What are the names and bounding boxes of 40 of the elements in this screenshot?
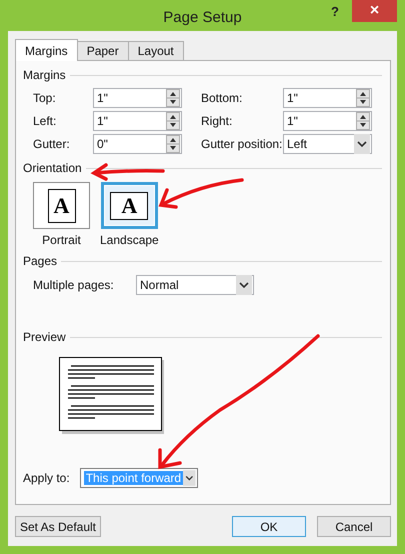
section-heading: Pages	[23, 254, 58, 268]
help-button[interactable]: ?	[327, 4, 343, 19]
section-heading: Margins	[23, 68, 66, 82]
spin-field[interactable]: 1"	[93, 88, 182, 108]
tab[interactable]: Layout	[128, 41, 184, 60]
spinner-icon[interactable]	[166, 89, 180, 107]
spin-field[interactable]: 1"	[283, 88, 372, 108]
field-label: Right:	[200, 114, 234, 128]
spinner-icon[interactable]	[356, 89, 370, 107]
field-label: Gutter position:	[200, 137, 283, 151]
field-label: Gutter:	[33, 137, 71, 151]
field-label: Bottom:	[200, 91, 244, 105]
tab[interactable]: Paper	[76, 41, 129, 60]
spinner-icon[interactable]	[166, 112, 180, 130]
section-heading: Preview	[23, 330, 66, 344]
dropdown[interactable]: Normal	[136, 275, 254, 295]
chevron-down-icon	[236, 275, 252, 295]
field-label: Left:	[33, 114, 58, 128]
spin-field[interactable]: 1"	[283, 111, 372, 131]
dropdown[interactable]: Left	[283, 134, 372, 154]
cancel-button[interactable]: Cancel	[317, 516, 391, 537]
chevron-down-icon	[183, 468, 196, 488]
option-label: Portrait	[42, 233, 81, 247]
set-default-button[interactable]: Set As Default	[15, 516, 101, 537]
field-label: Multiple pages:	[33, 278, 115, 292]
spinner-icon[interactable]	[356, 112, 370, 130]
section-heading: Orientation	[23, 161, 82, 175]
spinner-icon[interactable]	[166, 135, 180, 153]
spin-field[interactable]: 1"	[93, 111, 182, 131]
chevron-down-icon	[354, 134, 370, 154]
landscape-button[interactable]: A	[100, 182, 158, 229]
option-label: Landscape	[100, 233, 159, 247]
field-label: Top:	[33, 91, 57, 105]
portrait-button[interactable]: A	[33, 182, 90, 229]
field-label: Apply to:	[23, 471, 70, 485]
window-title: Page Setup	[163, 9, 242, 26]
tab[interactable]: Margins	[15, 39, 78, 61]
close-button[interactable]: ×	[352, 0, 397, 22]
spin-field[interactable]: 0"	[93, 134, 182, 154]
ok-button[interactable]: OK	[232, 516, 306, 537]
